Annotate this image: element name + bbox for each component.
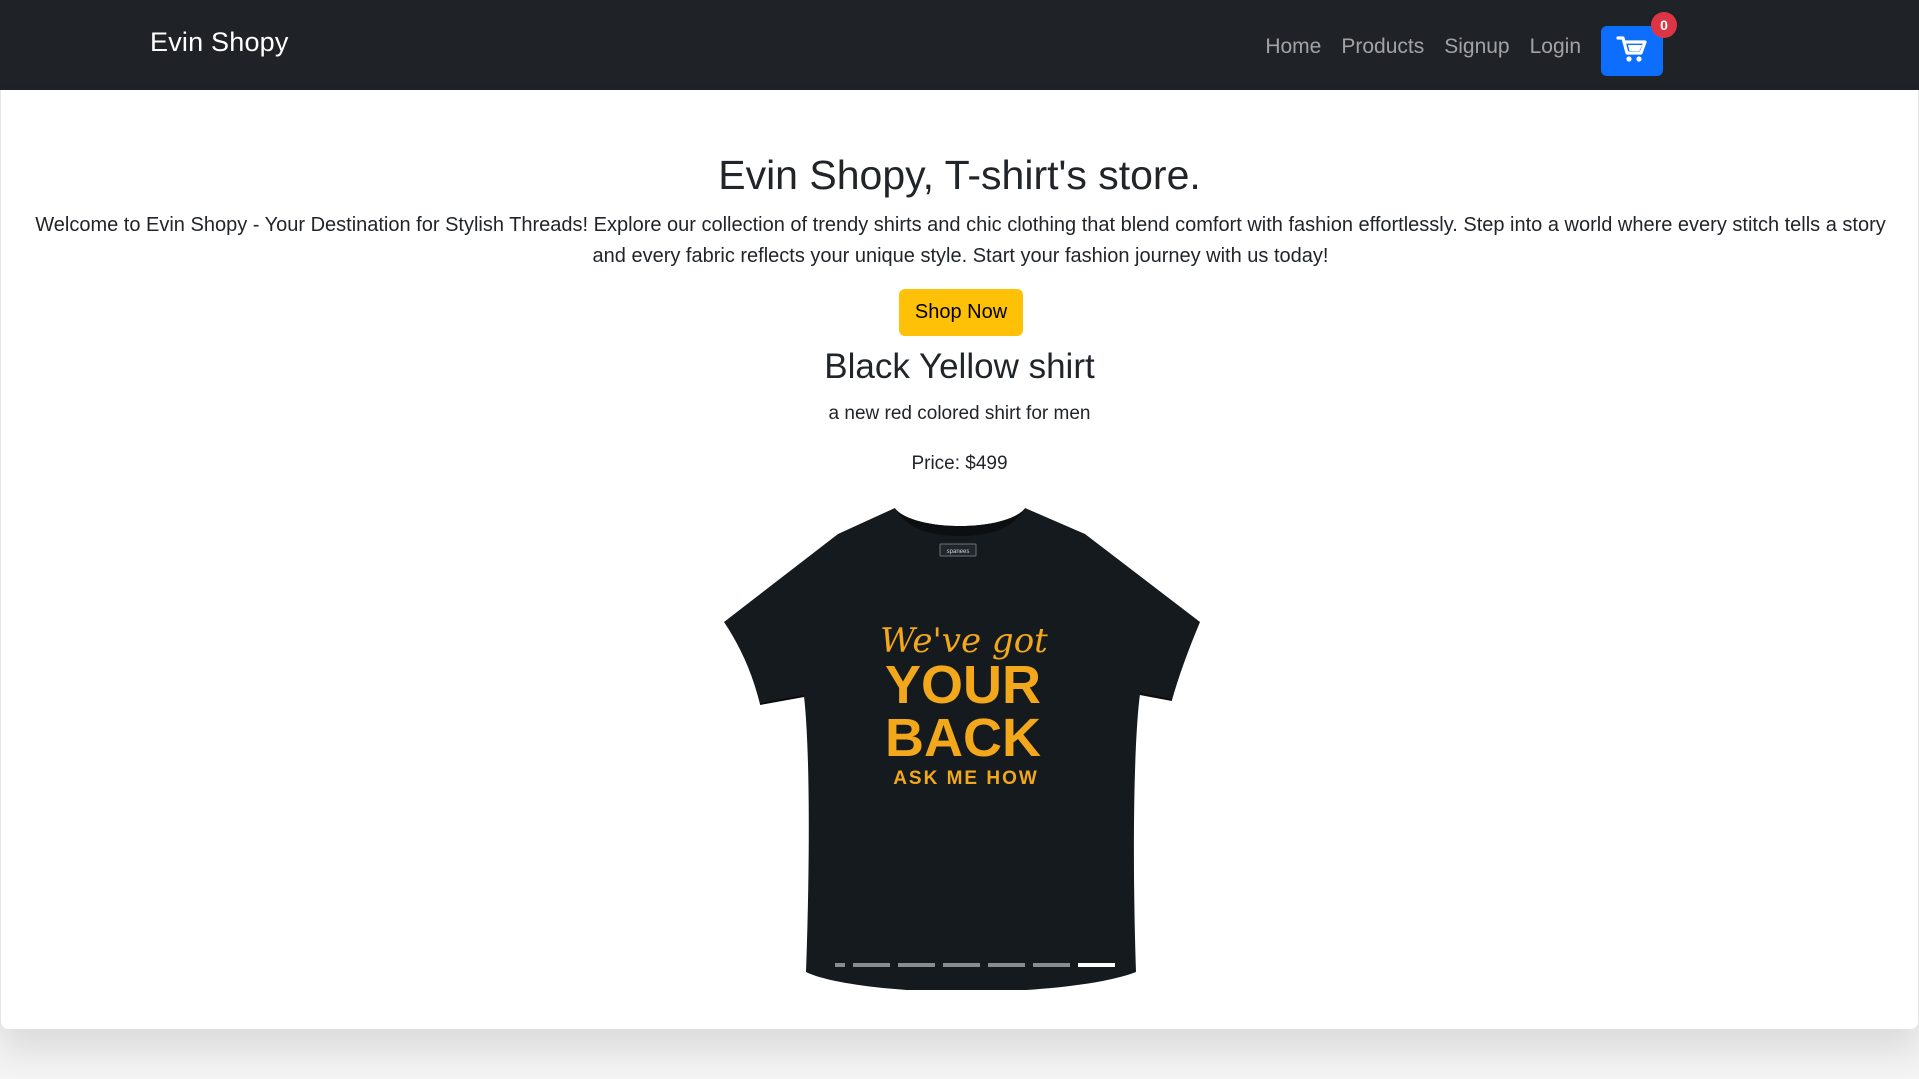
carousel-indicator[interactable]: [853, 963, 890, 967]
product-image-tshirt: spanees We've got YOUR BACK ASK ME HOW: [724, 508, 1200, 990]
cart-button[interactable]: 0: [1601, 12, 1677, 76]
shirt-print-line4: ASK ME HOW: [893, 768, 1039, 789]
nav-signup[interactable]: Signup: [1434, 33, 1519, 61]
hero-title: Evin Shopy, T-shirt's store.: [718, 152, 1201, 198]
product-title: Black Yellow shirt: [824, 347, 1095, 386]
cart-count-badge: 0: [1651, 12, 1677, 38]
nav-products[interactable]: Products: [1331, 33, 1434, 61]
nav-home[interactable]: Home: [1255, 33, 1331, 61]
navbar: Evin Shopy Home Products Signup Login 0: [0, 0, 1919, 90]
carousel-indicators: [835, 963, 1115, 967]
shop-now-button[interactable]: Shop Now: [899, 289, 1023, 336]
nav-links: Home Products Signup Login 0: [1255, 12, 1677, 76]
carousel-indicator[interactable]: [1033, 963, 1070, 967]
carousel-indicator[interactable]: [988, 963, 1025, 967]
nav-login[interactable]: Login: [1520, 33, 1591, 61]
shopping-cart-icon: [1616, 34, 1648, 69]
shirt-brand-tag: spanees: [947, 549, 970, 555]
shirt-print-line2: YOUR: [885, 655, 1041, 715]
carousel-indicator[interactable]: [898, 963, 935, 967]
hero-description: Welcome to Evin Shopy - Your Destination…: [35, 214, 1886, 267]
shirt-print-line3: BACK: [885, 708, 1041, 768]
carousel-indicator[interactable]: [1078, 963, 1115, 967]
product-carousel[interactable]: spanees We've got YOUR BACK ASK ME HOW: [720, 410, 1204, 990]
carousel-indicator[interactable]: [943, 963, 980, 967]
carousel-indicator[interactable]: [835, 963, 845, 967]
brand-link[interactable]: Evin Shopy: [150, 27, 289, 58]
